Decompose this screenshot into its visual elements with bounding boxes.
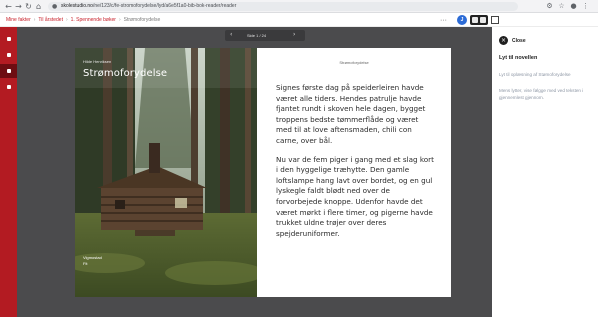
reader-area: ‹ Side 1 / 24 › Hilde Henriksen Strømofo… [17,27,492,317]
list-icon [7,37,11,41]
panel-subtitle: Lyt til oplæsning af Stømoforydelse [499,72,571,77]
notes-button[interactable] [0,80,17,94]
breadcrumb: Mine fakter › Til årstedet › 1. Spennende bø… [6,17,160,23]
browser-toolbar: ← → ↻ ⌂ ● skolestudio.no/ne/123/c/fe-str… [0,0,598,13]
forward-icon[interactable]: → [14,2,23,11]
left-toolbar [0,27,17,317]
cover-publisher: Vigmostad Fit [83,255,102,267]
page-header: Strømoforydelse [339,60,369,65]
breadcrumb-separator: › [65,17,68,23]
breadcrumb-item[interactable]: Mine fakter [6,17,31,23]
url-text: skolestudio.no/ne/123/c/fe-stromoforydel… [61,3,237,9]
previous-page-button[interactable]: ‹ [230,31,232,38]
extensions-icon[interactable]: ⚙ [545,2,554,11]
text-page: Strømoforydelse Signes første dag på spe… [257,48,451,297]
audio-panel: × Close Lyt til novellen Lyt til oplæsni… [492,27,598,317]
bookmark-icon[interactable]: ☆ [557,2,566,11]
home-icon[interactable]: ⌂ [34,2,43,11]
view-toggle[interactable] [470,15,488,25]
avatar[interactable]: J [457,15,467,25]
reload-icon[interactable]: ↻ [24,2,33,11]
search-button[interactable] [0,48,17,62]
audio-button[interactable] [0,64,17,78]
headphones-icon [7,69,11,73]
single-page-icon [472,17,478,23]
menu-icon[interactable]: ⋮ [581,2,590,11]
toc-button[interactable] [0,32,17,46]
page-indicator: Side 1 / 24 [247,33,267,38]
note-icon [7,85,11,89]
double-page-icon [480,17,486,23]
more-options-button[interactable]: ··· [440,17,447,24]
search-icon [7,53,11,57]
breadcrumb-item[interactable]: 1. Spennende bøker [71,17,116,23]
cover-illustration [75,48,257,297]
close-icon[interactable]: × [499,36,508,45]
cover-title: Strømoforydelse [83,68,168,79]
panel-note: Mens lytter, vise følgge med ved teksten… [499,88,584,100]
paragraph: Nu var de fem piger i gang med et slag k… [276,154,434,238]
breadcrumb-item[interactable]: Til årstedet [38,17,63,23]
paragraph: Signes første dag på speiderleiren havde… [276,83,426,145]
book-spread: Hilde Henriksen Strømoforydelse Vigmosta… [75,48,451,297]
breadcrumb-separator: › [33,17,36,23]
profile-icon[interactable]: ● [569,2,578,11]
book-cover: Hilde Henriksen Strømoforydelse Vigmosta… [75,48,257,297]
lock-icon: ● [52,3,58,10]
breadcrumb-separator: › [118,17,121,23]
back-icon[interactable]: ← [4,2,13,11]
page-navigator: ‹ Side 1 / 24 › [225,30,305,41]
breadcrumb-current: Strømoforydelse [123,17,161,23]
cover-author: Hilde Henriksen [83,59,112,64]
grid-view-icon[interactable] [491,16,499,24]
close-label[interactable]: Close [512,38,526,44]
page-body: Signes første dag på speiderleiren havde… [276,83,436,247]
app-header: Mine fakter › Til årstedet › 1. Spennende bø… [0,13,598,27]
panel-title: Lyt til novellen [499,55,538,61]
next-page-button[interactable]: › [293,31,295,38]
address-bar[interactable]: ● skolestudio.no/ne/123/c/fe-stromoforyd… [48,2,518,11]
publisher-imprint: Fit [83,261,88,266]
